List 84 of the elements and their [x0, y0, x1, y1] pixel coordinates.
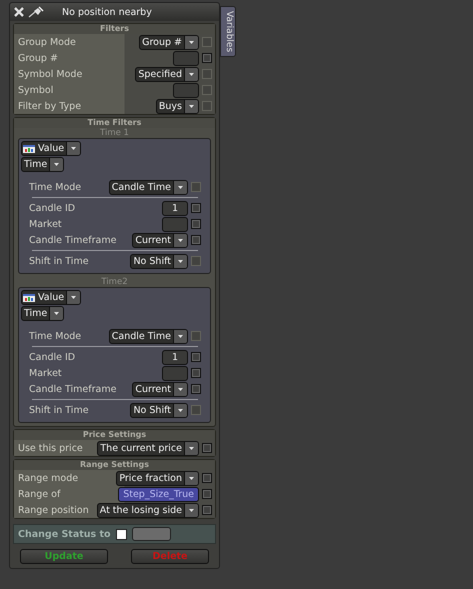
- dropdown[interactable]: Current: [132, 232, 188, 248]
- field-label: Filter by Type: [18, 100, 82, 112]
- variable-field[interactable]: Step_Size_True: [118, 486, 199, 502]
- caret-icon: [173, 180, 187, 194]
- field-label: Symbol Mode: [18, 68, 84, 80]
- caret-icon: [173, 404, 187, 416]
- caret-icon: [184, 100, 198, 112]
- dropdown[interactable]: Candle Time: [108, 328, 188, 344]
- input-field[interactable]: [173, 82, 199, 98]
- checkbox[interactable]: [191, 352, 201, 362]
- input-field[interactable]: 1: [162, 350, 188, 364]
- caret-icon: [184, 68, 198, 80]
- section-title: Time Filters: [14, 118, 215, 128]
- checkbox[interactable]: [191, 384, 201, 394]
- dropdown[interactable]: No Shift: [130, 402, 188, 418]
- side-tab[interactable]: Variables: [220, 6, 236, 58]
- dropdown[interactable]: Specified: [135, 66, 199, 82]
- checkbox[interactable]: [191, 219, 201, 229]
- section-title: Range Settings: [14, 460, 215, 470]
- field-label: Time Mode: [29, 182, 82, 192]
- caret-icon: [66, 142, 80, 155]
- dropdown[interactable]: Time: [21, 306, 64, 321]
- field-label: Shift in Time: [29, 256, 90, 266]
- dropdown[interactable]: Group #: [139, 34, 199, 50]
- dropdown[interactable]: Price fraction: [116, 470, 199, 486]
- field-label: Range position: [18, 504, 90, 516]
- window-title: No position nearby: [62, 6, 152, 18]
- caret-icon: [173, 254, 187, 268]
- field-label: Group Mode: [18, 36, 77, 48]
- input-field[interactable]: [173, 50, 199, 66]
- dropdown[interactable]: No Shift: [130, 254, 188, 268]
- section-title: Filters: [14, 24, 215, 34]
- field-label: Group #: [18, 52, 59, 64]
- dropdown[interactable]: The current price: [97, 440, 199, 456]
- checkbox[interactable]: [191, 368, 201, 378]
- dropdown[interactable]: Time: [21, 157, 64, 172]
- chart-icon: [22, 142, 36, 155]
- caret-icon: [184, 36, 198, 48]
- checkbox[interactable]: [191, 203, 201, 213]
- section-title: Price Settings: [14, 430, 215, 440]
- caret-icon: [49, 307, 64, 320]
- dropdown[interactable]: Candle Time: [108, 180, 188, 194]
- input-field[interactable]: [162, 216, 188, 232]
- field-label: Range mode: [18, 472, 80, 484]
- pin-icon[interactable]: [28, 6, 44, 18]
- field-label: Candle ID: [29, 202, 76, 214]
- dropdown[interactable]: Current: [132, 382, 188, 396]
- close-icon[interactable]: [14, 7, 24, 17]
- input-field[interactable]: 1: [162, 200, 188, 216]
- field-label: Market: [29, 368, 63, 378]
- status-label: Change Status to: [18, 528, 111, 540]
- field-label: Market: [29, 218, 63, 230]
- caret-icon: [173, 234, 187, 246]
- checkbox[interactable]: [202, 443, 212, 453]
- caret-icon: [173, 382, 187, 396]
- field-label: Candle Timeframe: [29, 234, 118, 246]
- checkbox[interactable]: [202, 505, 212, 515]
- field-label: Shift in Time: [29, 404, 90, 416]
- field-label: Candle Timeframe: [29, 384, 118, 394]
- field-label: Symbol: [18, 84, 54, 96]
- input-field[interactable]: [162, 366, 188, 380]
- status-field[interactable]: [132, 527, 171, 541]
- field-label: Use this price: [18, 442, 84, 454]
- caret-icon: [66, 291, 80, 304]
- dropdown[interactable]: Value: [21, 141, 82, 156]
- chart-icon: [22, 291, 36, 304]
- checkbox[interactable]: [202, 53, 212, 63]
- field-label: Candle ID: [29, 352, 76, 362]
- caret-icon: [184, 442, 198, 454]
- checkbox[interactable]: [191, 235, 201, 245]
- block-title: Time 1: [99, 128, 130, 138]
- checkbox[interactable]: [116, 528, 127, 540]
- field-label: Range of: [18, 488, 62, 500]
- caret-icon: [184, 504, 198, 516]
- block-title: Time2: [100, 277, 129, 287]
- dropdown[interactable]: Buys: [156, 98, 199, 114]
- field-label: Time Mode: [29, 330, 82, 342]
- caret-icon: [184, 472, 198, 484]
- caret-icon: [173, 330, 187, 342]
- checkbox[interactable]: [202, 489, 212, 499]
- dropdown[interactable]: Value: [21, 290, 82, 305]
- dropdown[interactable]: At the losing side: [96, 502, 199, 518]
- caret-icon: [49, 158, 64, 171]
- checkbox[interactable]: [202, 473, 212, 483]
